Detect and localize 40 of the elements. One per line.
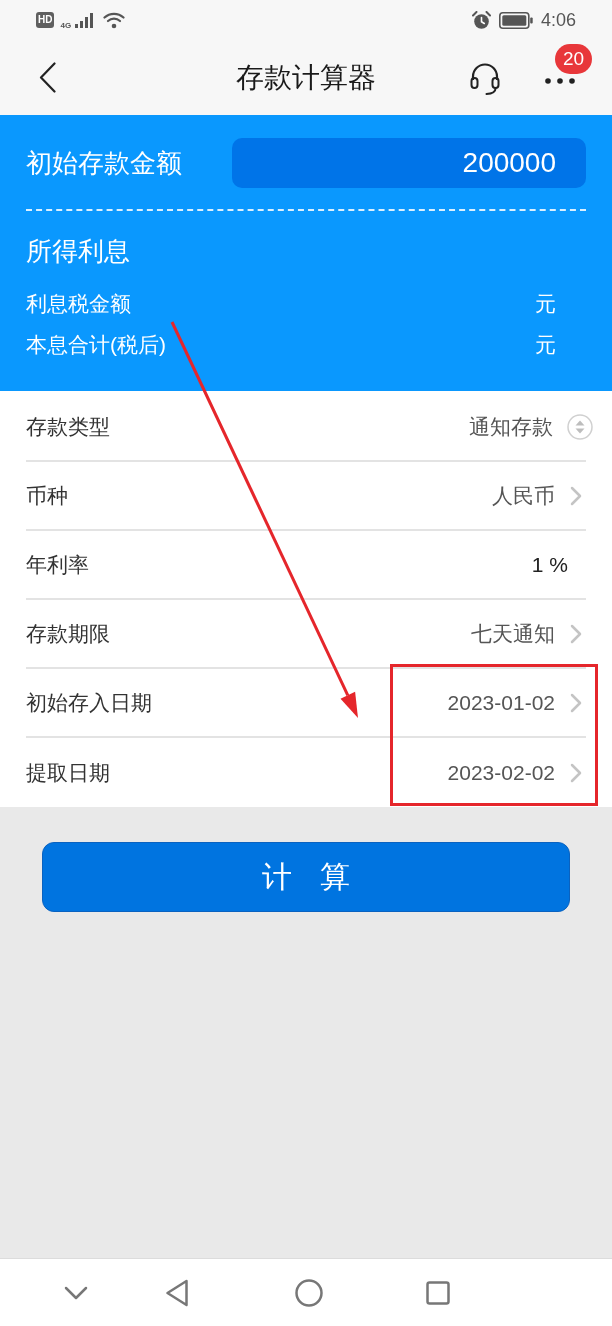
chevron-right-icon: [570, 485, 582, 506]
rate-input[interactable]: 1: [517, 550, 544, 579]
page-title: 存款计算器: [236, 60, 376, 95]
headset-icon[interactable]: [468, 60, 502, 95]
notification-badge: 20: [555, 43, 592, 74]
select-value[interactable]: 通知存款: [469, 412, 553, 441]
network-type-label: 4G: [60, 21, 72, 30]
row-label: 存款期限: [26, 620, 110, 647]
amount-label: 初始存款金额: [26, 147, 182, 180]
calculate-button[interactable]: 计 算: [42, 842, 570, 912]
battery-icon: [498, 11, 533, 29]
signal-icon: [75, 12, 96, 28]
more-icon[interactable]: [545, 76, 575, 85]
result-label: 利息税金额: [26, 290, 131, 317]
alarm-icon: [471, 10, 491, 30]
row-label: 币种: [26, 482, 68, 509]
currency-unit: 元: [535, 290, 556, 317]
chevron-right-icon: [570, 762, 582, 783]
picker-value[interactable]: 七天通知: [471, 619, 555, 648]
recents-icon[interactable]: [426, 1280, 450, 1305]
picker-value[interactable]: 2023-02-02: [447, 758, 555, 787]
row-label: 初始存入日期: [26, 689, 152, 716]
chevron-right-icon: [570, 692, 582, 713]
row-label: 存款类型: [26, 413, 110, 440]
percent-unit: %: [549, 551, 568, 578]
row-label: 年利率: [26, 551, 89, 578]
row-label: 提取日期: [26, 759, 110, 786]
picker-value[interactable]: 人民币: [492, 481, 555, 510]
chevron-down-icon[interactable]: [64, 1285, 88, 1300]
result-label: 本息合计(税后): [26, 331, 166, 358]
amount-input[interactable]: 200000: [232, 138, 586, 188]
picker-value[interactable]: 2023-01-02: [447, 688, 555, 717]
wifi-icon: [103, 11, 126, 29]
hd-indicator: HD: [36, 12, 55, 28]
status-time: 4:06: [540, 9, 576, 31]
interest-title: 所得利息: [26, 235, 131, 268]
home-icon[interactable]: [295, 1278, 323, 1307]
back-icon[interactable]: [39, 62, 56, 93]
currency-unit: 元: [535, 331, 556, 358]
chevron-right-icon: [570, 623, 582, 644]
